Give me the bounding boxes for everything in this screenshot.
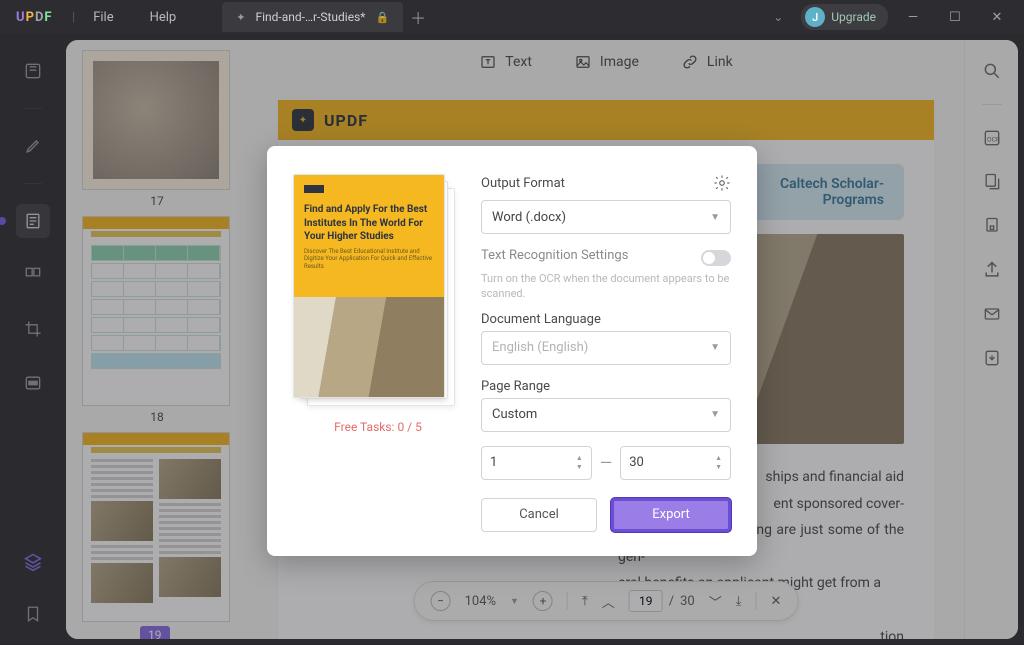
output-format-label: Output Format	[481, 176, 565, 191]
spin-down-icon[interactable]: ▼	[715, 464, 722, 471]
range-to-input[interactable]: 30▲▼	[620, 446, 731, 480]
language-select[interactable]: English (English)▼	[481, 331, 731, 365]
spin-up-icon[interactable]: ▲	[715, 455, 722, 462]
minimize-button[interactable]: —	[896, 5, 930, 29]
maximize-button[interactable]: ☐	[938, 5, 972, 29]
chevron-down-icon: ▼	[710, 342, 720, 353]
output-format-select[interactable]: Word (.docx)▼	[481, 200, 731, 234]
preview-headline: Find and Apply For the Best Institutes I…	[304, 203, 434, 244]
cancel-button[interactable]: Cancel	[481, 498, 597, 532]
ocr-hint: Turn on the OCR when the document appear…	[481, 271, 731, 302]
lock-icon: 🔒	[375, 11, 389, 24]
spin-down-icon[interactable]: ▼	[576, 464, 583, 471]
export-preview: Find and Apply For the Best Institutes I…	[293, 174, 455, 406]
tab-title: Find-and-…r-Studies*	[255, 10, 365, 24]
gear-icon[interactable]	[713, 174, 731, 192]
spin-up-icon[interactable]: ▲	[576, 455, 583, 462]
page-range-label: Page Range	[481, 379, 731, 394]
upgrade-label: Upgrade	[831, 10, 876, 24]
page-range-select[interactable]: Custom▼	[481, 398, 731, 432]
preview-subtitle: Discover The Best Educational Institute …	[304, 248, 434, 271]
ocr-toggle[interactable]	[701, 250, 731, 266]
dash-icon: —	[600, 453, 613, 472]
upgrade-button[interactable]: J Upgrade	[801, 4, 888, 30]
chevron-down-icon: ▼	[710, 212, 720, 223]
free-tasks-counter: Free Tasks: 0 / 5	[293, 420, 463, 434]
menu-file[interactable]: File	[75, 10, 131, 25]
range-from-input[interactable]: 1▲▼	[481, 446, 592, 480]
close-button[interactable]: ✕	[980, 5, 1014, 29]
chevron-down-icon: ▼	[710, 409, 720, 420]
avatar: J	[805, 7, 825, 27]
app-logo: UPDF	[0, 10, 72, 25]
menu-help[interactable]: Help	[132, 10, 195, 25]
language-label: Document Language	[481, 312, 731, 327]
export-button[interactable]: Export	[611, 498, 731, 532]
new-tab-button[interactable]: ＋	[403, 5, 433, 29]
ocr-label: Text Recognition Settings	[481, 248, 628, 263]
chevron-down-icon[interactable]: ⌄	[763, 10, 793, 24]
star-icon: ✦	[236, 11, 245, 24]
titlebar: UPDF | File Help ✦ Find-and-…r-Studies* …	[0, 0, 1024, 34]
document-tab[interactable]: ✦ Find-and-…r-Studies* 🔒	[222, 2, 403, 32]
modal-overlay: Find and Apply For the Best Institutes I…	[0, 34, 1024, 645]
export-dialog: Find and Apply For the Best Institutes I…	[267, 146, 757, 556]
